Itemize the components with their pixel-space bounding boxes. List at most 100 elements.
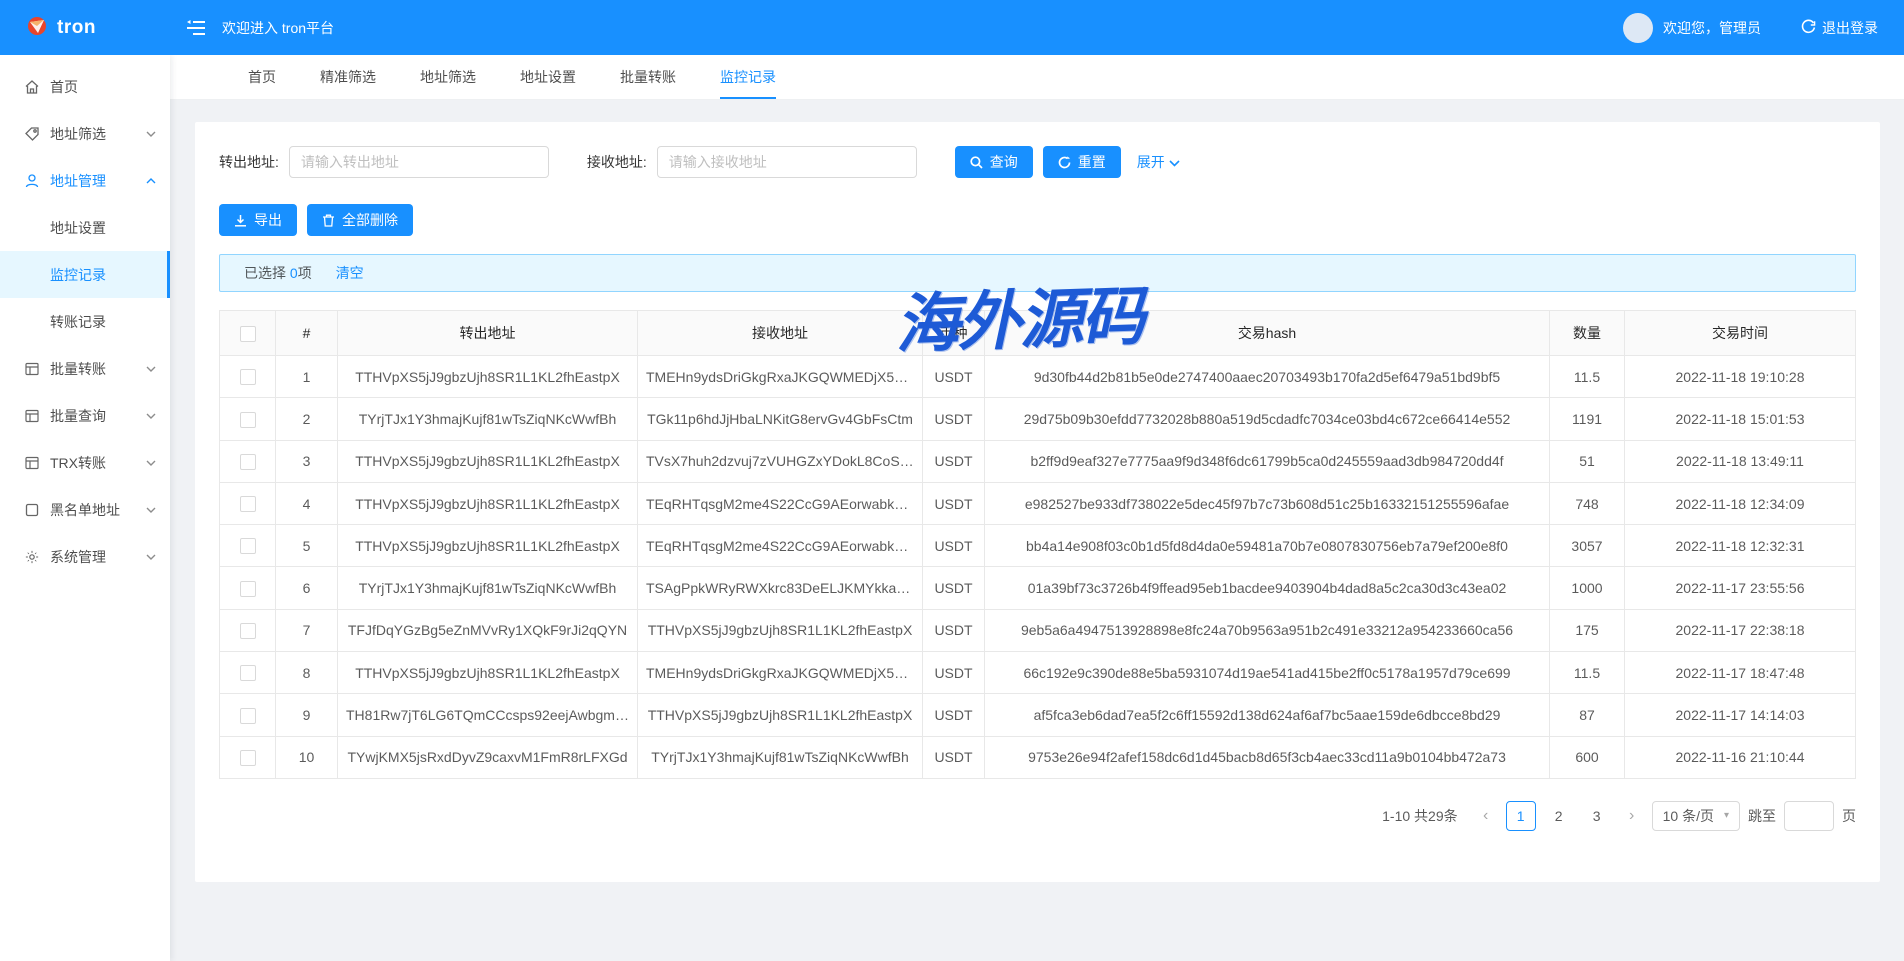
row-checkbox[interactable] — [240, 623, 256, 639]
column-header: 数量 — [1550, 311, 1625, 356]
clear-selection-link[interactable]: 清空 — [336, 263, 364, 283]
jump-page-input[interactable] — [1784, 801, 1834, 831]
row-checkbox[interactable] — [240, 581, 256, 597]
coin-cell: USDT — [923, 652, 985, 694]
tab-首页[interactable]: 首页 — [248, 55, 276, 99]
brand-name: tron — [57, 17, 96, 39]
from-address-input[interactable] — [289, 146, 549, 178]
sidebar-item-批量查询[interactable]: 批量查询 — [0, 392, 170, 439]
sidebar-item-地址筛选[interactable]: 地址筛选 — [0, 110, 170, 157]
sidebar-item-label: 系统管理 — [50, 547, 146, 567]
sidebar-subitem-地址设置[interactable]: 地址设置 — [0, 204, 170, 251]
row-checkbox-cell — [220, 652, 276, 694]
reset-button[interactable]: 重置 — [1043, 146, 1121, 178]
coin-cell: USDT — [923, 398, 985, 440]
table-row: 4TTHVpXS5jJ9gbzUjh8SR1L1KL2fhEastpXTEqRH… — [220, 482, 1856, 524]
expand-toggle[interactable]: 展开 — [1137, 152, 1180, 172]
select-all-checkbox[interactable] — [240, 326, 256, 342]
page-number-3[interactable]: 3 — [1582, 801, 1612, 831]
to-address-cell: TSAgPpkWRyRWXkrc83DeELJKMYkkaMdcUg — [638, 567, 923, 609]
sidebar-subitem-监控记录[interactable]: 监控记录 — [0, 251, 170, 298]
tab-批量转账[interactable]: 批量转账 — [620, 55, 676, 99]
expand-label: 展开 — [1137, 152, 1165, 172]
sidebar-item-TRX转账[interactable]: TRX转账 — [0, 439, 170, 486]
from-address-cell: TFJfDqYGzBg5eZnMVvRy1XQkF9rJi2qQYN — [338, 609, 638, 651]
to-address-cell: TTHVpXS5jJ9gbzUjh8SR1L1KL2fhEastpX — [638, 694, 923, 736]
coin-cell: USDT — [923, 694, 985, 736]
to-address-cell: TEqRHTqsgM2me4S22CcG9AEorwabkSM7Cs — [638, 482, 923, 524]
from-address-cell: TYrjTJx1Y3hmajKujf81wTsZiqNKcWwfBh — [338, 567, 638, 609]
delete-all-button[interactable]: 全部删除 — [307, 204, 413, 236]
row-checkbox[interactable] — [240, 496, 256, 512]
from-address-cell: TH81Rw7jT6LG6TQmCCcsps92eejAwbgmKX — [338, 694, 638, 736]
time-cell: 2022-11-18 15:01:53 — [1625, 398, 1856, 440]
brand[interactable]: tron — [0, 0, 170, 55]
search-button[interactable]: 查询 — [955, 146, 1033, 178]
page-number-2[interactable]: 2 — [1544, 801, 1574, 831]
sidebar-item-系统管理[interactable]: 系统管理 — [0, 533, 170, 580]
table-icon — [24, 361, 40, 377]
tron-logo-icon — [26, 15, 48, 40]
row-index: 3 — [276, 440, 338, 482]
coin-cell: USDT — [923, 482, 985, 524]
sidebar-subitem-label: 地址设置 — [50, 218, 106, 238]
row-checkbox[interactable] — [240, 665, 256, 681]
jump-label: 跳至 — [1748, 806, 1776, 826]
avatar[interactable] — [1623, 13, 1653, 43]
sidebar-item-label: 批量查询 — [50, 406, 146, 426]
page-size-select[interactable]: 10 条/页▾ — [1652, 801, 1740, 831]
row-checkbox[interactable] — [240, 369, 256, 385]
pagination: 1-10 共29条‹123›10 条/页▾跳至页 — [219, 801, 1856, 831]
amount-cell: 11.5 — [1550, 356, 1625, 398]
tab-地址筛选[interactable]: 地址筛选 — [420, 55, 476, 99]
from-address-label: 转出地址: — [219, 152, 279, 172]
page-number-1[interactable]: 1 — [1506, 801, 1536, 831]
next-page-button[interactable]: › — [1620, 807, 1644, 825]
sidebar-subitem-label: 监控记录 — [50, 265, 106, 285]
tx-hash-cell: e982527be933df738022e5dec45f97b7c73b608d… — [985, 482, 1550, 524]
tx-hash-cell: b2ff9d9eaf327e7775aa9f9d348f6dc61799b5ca… — [985, 440, 1550, 482]
sidebar-subitem-转账记录[interactable]: 转账记录 — [0, 298, 170, 345]
tab-精准筛选[interactable]: 精准筛选 — [320, 55, 376, 99]
sidebar-item-地址管理[interactable]: 地址管理 — [0, 157, 170, 204]
from-address-cell: TTHVpXS5jJ9gbzUjh8SR1L1KL2fhEastpX — [338, 356, 638, 398]
chevron-down-icon — [146, 366, 156, 372]
time-cell: 2022-11-18 13:49:11 — [1625, 440, 1856, 482]
sidebar-item-首页[interactable]: 首页 — [0, 63, 170, 110]
sidebar-item-批量转账[interactable]: 批量转账 — [0, 345, 170, 392]
row-checkbox-cell — [220, 694, 276, 736]
export-button[interactable]: 导出 — [219, 204, 297, 236]
row-checkbox[interactable] — [240, 750, 256, 766]
chevron-down-icon — [146, 554, 156, 560]
to-address-cell: TYrjTJx1Y3hmajKujf81wTsZiqNKcWwfBh — [638, 736, 923, 778]
to-address-cell: TGk11p6hdJjHbaLNKitG8ervGv4GbFsCtm — [638, 398, 923, 440]
row-index: 9 — [276, 694, 338, 736]
chevron-down-icon — [146, 460, 156, 466]
logout-icon — [1801, 19, 1816, 37]
coin-cell: USDT — [923, 567, 985, 609]
welcome-text: 欢迎进入 tron平台 — [222, 18, 334, 38]
user-greeting: 欢迎您，管理员 — [1663, 18, 1761, 38]
sidebar-item-黑名单地址[interactable]: 黑名单地址 — [0, 486, 170, 533]
row-checkbox[interactable] — [240, 454, 256, 470]
to-address-input[interactable] — [657, 146, 917, 178]
row-checkbox[interactable] — [240, 708, 256, 724]
to-address-label: 接收地址: — [587, 152, 647, 172]
row-index: 8 — [276, 652, 338, 694]
tag-icon — [24, 126, 40, 142]
prev-page-button[interactable]: ‹ — [1474, 807, 1498, 825]
amount-cell: 748 — [1550, 482, 1625, 524]
tab-监控记录[interactable]: 监控记录 — [720, 55, 776, 99]
time-cell: 2022-11-18 12:34:09 — [1625, 482, 1856, 524]
row-index: 2 — [276, 398, 338, 440]
row-checkbox[interactable] — [240, 412, 256, 428]
tx-hash-cell: 9d30fb44d2b81b5e0de2747400aaec20703493b1… — [985, 356, 1550, 398]
logout-button[interactable]: 退出登录 — [1801, 18, 1878, 38]
tab-地址设置[interactable]: 地址设置 — [520, 55, 576, 99]
to-address-cell: TEqRHTqsgM2me4S22CcG9AEorwabkSM7Cs — [638, 525, 923, 567]
chevron-down-icon — [146, 131, 156, 137]
menu-fold-icon[interactable] — [186, 19, 206, 37]
row-index: 6 — [276, 567, 338, 609]
row-checkbox[interactable] — [240, 538, 256, 554]
logout-label: 退出登录 — [1822, 18, 1878, 38]
